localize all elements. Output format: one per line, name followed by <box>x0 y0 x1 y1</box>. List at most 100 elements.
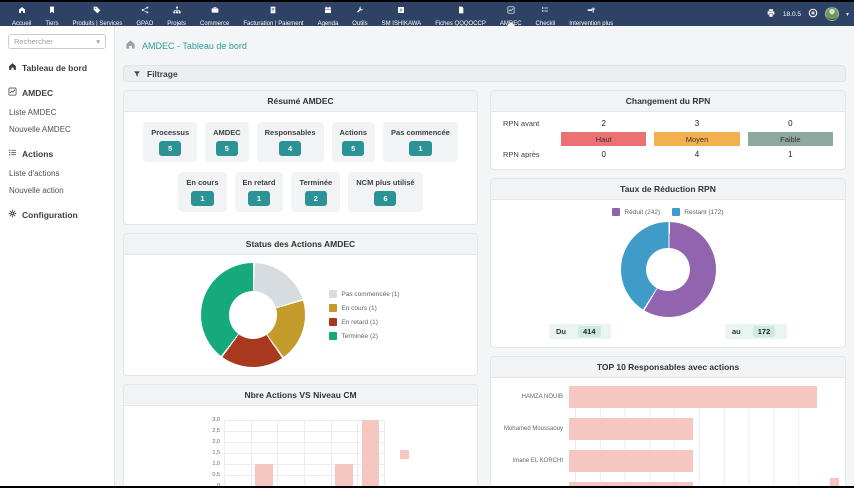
main-content: AMDEC - Tableau de bord Filtrage Résumé … <box>115 26 854 486</box>
nav-item-facturation-paiement[interactable]: Facturation | Paiement <box>236 2 310 26</box>
nav-item-accueil[interactable]: Accueil <box>5 2 38 26</box>
sidebar-item-liste-amdec[interactable]: Liste AMDEC <box>9 108 106 117</box>
nav-item-label: Checkli <box>536 21 556 27</box>
bar-hamza-nouib[interactable] <box>569 386 817 408</box>
nav-item-intervention-plus[interactable]: Intervention plus <box>562 2 620 26</box>
summary-card-value-badge[interactable]: 6 <box>374 191 396 206</box>
summary-card-en-retard: En retard1 <box>235 172 284 212</box>
bar-mohamed-moussaouy[interactable] <box>569 418 693 440</box>
sidebar-item-nouvelle-amdec[interactable]: Nouvelle AMDEC <box>9 125 106 134</box>
bar-niveau-cm-2[interactable] <box>255 464 272 486</box>
bar-niveau-cm-6[interactable] <box>362 420 379 486</box>
nav-item-tiers[interactable]: Tiers <box>38 2 65 26</box>
legend-item-termin-e-2[interactable]: Terminée (2) <box>329 332 399 340</box>
y-tick-label: 2,0 <box>198 439 220 445</box>
nav-item-checkli[interactable]: Checkli <box>529 2 563 26</box>
hbar-row-hassnae-el-jesri: Hassnae EL JESRI <box>491 482 823 486</box>
panel-title: Nbre Actions VS Niveau CM <box>124 385 477 406</box>
sidebar-search-select[interactable]: Rechercher ▾ <box>8 34 106 49</box>
nav-item-label: Projets <box>167 21 186 27</box>
rpn-before-row-label: RPN avant <box>503 119 553 128</box>
search-placeholder: Rechercher <box>14 37 53 46</box>
hbar-track <box>569 450 823 472</box>
rpn-after-value-faible: 1 <box>748 150 833 159</box>
summary-card-en-cours: En cours 1 <box>178 172 226 212</box>
nav-item-label: Produits | Services <box>72 21 122 27</box>
range-to-label: au <box>732 327 741 336</box>
summary-card-label: En cours <box>186 178 218 187</box>
sidebar-section-label: AMDEC <box>22 88 53 98</box>
breadcrumb: AMDEC - Tableau de bord <box>125 37 846 55</box>
chevron-down-icon[interactable]: ▾ <box>846 11 849 18</box>
nav-item-gpao[interactable]: GPAO <box>129 2 160 26</box>
nav-item-produits-services[interactable]: Produits | Services <box>65 2 129 26</box>
sidebar-item-liste-d-actions[interactable]: Liste d'actions <box>9 169 106 178</box>
nav-item-projets[interactable]: Projets <box>160 2 193 26</box>
hbar-chart-legend-swatch[interactable] <box>830 478 839 486</box>
plus-circle-icon[interactable] <box>808 5 818 23</box>
summary-card-value-badge[interactable]: 1 <box>409 141 431 156</box>
rpn-level-bar-moyen: Moyen <box>654 132 739 146</box>
home-icon <box>18 1 26 19</box>
sidebar-item-configuration[interactable]: Configuration <box>8 209 106 220</box>
printer-icon[interactable] <box>766 5 776 23</box>
nav-items: Accueil Tiers Produits | Services GPAO Proje… <box>5 2 620 26</box>
nav-item-agenda[interactable]: Agenda <box>311 2 346 26</box>
wrench-icon <box>356 1 364 19</box>
legend-item-restant-172[interactable]: Restant (172) <box>672 208 723 216</box>
nav-item-sm-ishikawa[interactable]: SM ISHIKAWA <box>375 2 429 26</box>
hbar-rows: HAMZA NOUIBMohamed MoussaouyImane EL KOR… <box>491 386 823 486</box>
sidebar-section-actions[interactable]: Actions <box>8 148 106 159</box>
filter-bar[interactable]: Filtrage <box>123 65 846 82</box>
y-tick-label: 0,5 <box>198 472 220 478</box>
legend-item-en-cours-1[interactable]: En cours (1) <box>329 304 399 312</box>
nav-item-commerce[interactable]: Commerce <box>193 2 236 26</box>
nav-item-fiches-qqqoccp[interactable]: Fiches QQQOCCP <box>428 2 493 26</box>
toolbox-icon <box>587 1 595 19</box>
nav-item-label: Accueil <box>12 21 31 27</box>
chart-line-icon <box>8 87 17 98</box>
bar-hassnae-el-jesri[interactable] <box>569 482 693 486</box>
summary-card-value-badge[interactable]: 5 <box>216 141 238 156</box>
bar-niveau-cm-5[interactable] <box>335 464 352 486</box>
panel-top-responsables: TOP 10 Responsables avec actions HAMZA N… <box>490 356 846 486</box>
sidebar-item-label: Configuration <box>22 210 78 220</box>
summary-card-label: Processus <box>151 128 189 137</box>
left-column: Résumé AMDEC Processus5AMDEC5Responsable… <box>123 90 478 486</box>
user-avatar[interactable] <box>825 7 839 21</box>
diagram-icon <box>397 1 405 19</box>
page-title[interactable]: AMDEC - Tableau de bord <box>142 41 247 51</box>
file-icon <box>457 1 465 19</box>
rpn-level-bar-faible: Faible <box>748 132 833 146</box>
summary-card-value-badge[interactable]: 1 <box>248 191 270 206</box>
app-window: Accueil Tiers Produits | Services GPAO Proje… <box>0 0 854 488</box>
y-tick-label: 0 <box>198 483 220 486</box>
summary-card-actions: Actions5 <box>332 122 376 162</box>
status-donut-chart[interactable] <box>201 263 305 367</box>
bar-chart-legend-swatch[interactable] <box>400 450 409 459</box>
sidebar-section-amdec[interactable]: AMDEC <box>8 87 106 98</box>
sidebar-item-dashboard[interactable]: Tableau de bord <box>8 62 106 73</box>
grid-line-v <box>224 420 225 486</box>
summary-card-value-badge[interactable]: 5 <box>342 141 364 156</box>
reduction-chart-legend: Réduit (242) Restant (172) <box>499 208 837 216</box>
legend-item-r-duit-242[interactable]: Réduit (242) <box>612 208 660 216</box>
sidebar-item-nouvelle-action[interactable]: Nouvelle action <box>9 186 106 195</box>
summary-card-value-badge[interactable]: 5 <box>159 141 181 156</box>
legend-item-en-retard-1[interactable]: En retard (1) <box>329 318 399 326</box>
summary-card-value-badge[interactable]: 2 <box>305 191 327 206</box>
nav-item-amdec[interactable]: AMDEC <box>493 2 529 26</box>
nav-item-outils[interactable]: Outils <box>345 2 374 26</box>
reduction-donut-chart[interactable] <box>621 222 716 317</box>
legend-label: Restant (172) <box>684 209 723 216</box>
nav-item-label: Intervention plus <box>569 21 613 27</box>
hbar-row-mohamed-moussaouy: Mohamed Moussaouy <box>491 418 823 440</box>
summary-card-value-badge[interactable]: 1 <box>191 191 213 206</box>
bar-imane-el-korchi[interactable] <box>569 450 693 472</box>
legend-item-pas-commenc-e-1[interactable]: Pas commencée (1) <box>329 290 399 298</box>
summary-card-value-badge[interactable]: 4 <box>279 141 301 156</box>
nav-item-label: Outils <box>352 21 367 27</box>
summary-card-amdec: AMDEC5 <box>205 122 249 162</box>
tags-icon <box>93 1 101 19</box>
panel-title: Status des Actions AMDEC <box>124 234 477 255</box>
